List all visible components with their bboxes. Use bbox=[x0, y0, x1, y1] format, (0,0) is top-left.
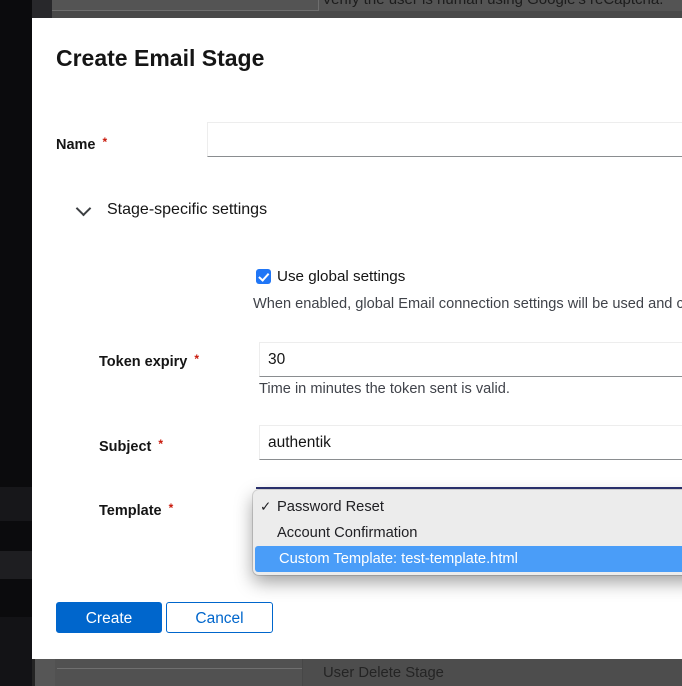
chevron-down-icon bbox=[76, 201, 92, 217]
table-column-divider bbox=[318, 0, 319, 11]
token-expiry-label: Token expiry* bbox=[99, 351, 199, 370]
background-table-bottom: User Delete Stage bbox=[32, 659, 682, 686]
template-label: Template* bbox=[99, 500, 173, 519]
token-expiry-help: Time in minutes the token sent is valid. bbox=[259, 381, 510, 397]
background-cell bbox=[32, 0, 52, 18]
required-asterisk: * bbox=[103, 135, 108, 149]
check-icon: ✓ bbox=[260, 494, 271, 520]
create-button[interactable]: Create bbox=[56, 602, 162, 633]
use-global-settings-label[interactable]: Use global settings bbox=[277, 268, 405, 285]
table-column-divider bbox=[302, 659, 303, 686]
table-row-divider bbox=[57, 668, 302, 669]
template-select-focus-border bbox=[256, 487, 682, 489]
group-header-stage-specific-settings[interactable]: Stage-specific settings bbox=[107, 201, 267, 219]
app-sidebar bbox=[0, 0, 32, 686]
dropdown-option-custom-template[interactable]: Custom Template: test-template.html bbox=[255, 546, 682, 572]
background-table-top: Verify the user is human using Google's … bbox=[32, 0, 682, 18]
use-global-settings-checkbox[interactable] bbox=[256, 269, 271, 284]
required-asterisk: * bbox=[169, 501, 174, 515]
use-global-settings-help: When enabled, global Email connection se… bbox=[253, 296, 682, 312]
dropdown-option-account-confirmation[interactable]: Account Confirmation bbox=[253, 520, 682, 546]
subject-label: Subject* bbox=[99, 436, 163, 455]
template-dropdown-popup: ✓Password Reset Account Confirmation Cus… bbox=[253, 490, 682, 575]
token-expiry-input[interactable] bbox=[259, 342, 682, 377]
name-input[interactable] bbox=[207, 122, 682, 157]
name-label: Name* bbox=[56, 134, 107, 153]
required-asterisk: * bbox=[194, 352, 199, 366]
screen: Verify the user is human using Google's … bbox=[0, 0, 682, 686]
background-row-text: User Delete Stage bbox=[323, 665, 444, 681]
sidebar-item-dimmed bbox=[0, 551, 32, 579]
sidebar-item-dimmed bbox=[0, 617, 32, 686]
table-row-dimmed bbox=[52, 11, 682, 18]
sidebar-item-dimmed bbox=[0, 487, 32, 521]
create-email-stage-modal: Create Email Stage Name* Stage-specific … bbox=[32, 18, 682, 659]
required-asterisk: * bbox=[158, 437, 163, 451]
modal-title: Create Email Stage bbox=[56, 45, 264, 72]
subject-input[interactable] bbox=[259, 425, 682, 460]
background-row-text: Verify the user is human using Google's … bbox=[322, 0, 663, 8]
dropdown-option-password-reset[interactable]: ✓Password Reset bbox=[253, 494, 682, 520]
cancel-button[interactable]: Cancel bbox=[166, 602, 273, 633]
background-cell bbox=[35, 659, 55, 686]
